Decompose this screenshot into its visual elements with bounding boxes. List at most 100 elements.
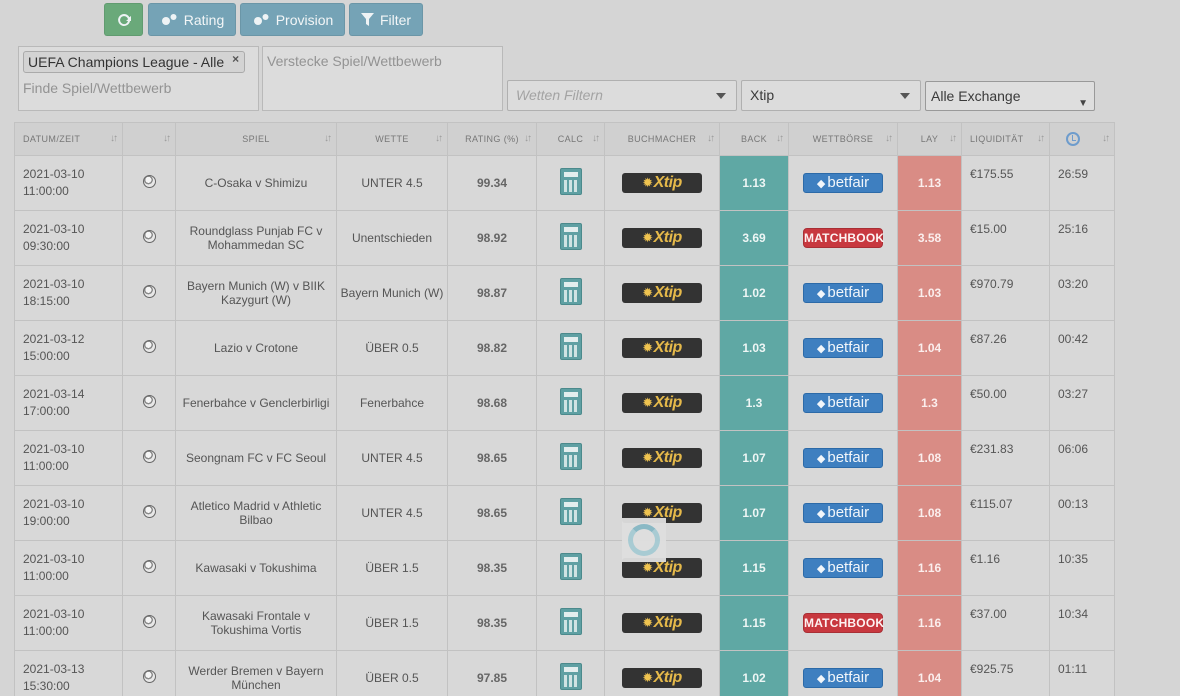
sport-cell [122, 320, 176, 376]
header-bookmaker[interactable]: BUCHMACHER ↓↑ [604, 122, 720, 156]
refresh-button[interactable] [104, 3, 143, 36]
table-row[interactable]: 2021-03-10 11:00:00 Seongnam FC v FC Seoul… [14, 430, 1115, 486]
header-calc[interactable]: CALC ↓↑ [536, 122, 605, 156]
xtip-logo[interactable]: ✹Xtip [622, 668, 702, 688]
table-row[interactable]: 2021-03-10 11:00:00 C-Osaka v Shimizu UNTER… [14, 155, 1115, 211]
betfair-logo[interactable]: ◆ betfair [803, 338, 883, 358]
table-row[interactable]: 2021-03-10 18:15:00 Bayern Munich (W) v BI… [14, 265, 1115, 321]
matchbook-logo[interactable]: MATCHBOOK [803, 613, 884, 633]
table-row[interactable]: 2021-03-14 17:00:00 Fenerbahce v Genclerbi… [14, 375, 1115, 431]
exchange-cell: ◆ betfair [788, 375, 898, 431]
matchbook-logo[interactable]: MATCHBOOK [803, 228, 884, 248]
bet-filter-select[interactable]: Wetten Filtern [507, 80, 737, 111]
table-row[interactable]: 2021-03-10 11:00:00 Kawasaki Frontale v To… [14, 595, 1115, 651]
lay-odds-cell[interactable]: 1.3 [897, 375, 962, 431]
bookmaker-label: Xtip [653, 339, 683, 356]
datetime-cell: 2021-03-10 11:00:00 [14, 155, 123, 211]
remove-tag-icon[interactable]: × [232, 49, 239, 69]
header-back[interactable]: BACK ↓↑ [719, 122, 789, 156]
table-row[interactable]: 2021-03-12 15:00:00 Lazio v Crotone ÜBER 0.… [14, 320, 1115, 376]
back-odds-cell[interactable]: 1.07 [719, 430, 789, 486]
exchange-cell: ◆ betfair [788, 155, 898, 211]
bet-cell: UNTER 4.5 [336, 485, 448, 541]
calculator-icon[interactable] [559, 168, 582, 195]
back-odds-cell[interactable]: 1.02 [719, 650, 789, 696]
back-odds-cell[interactable]: 1.02 [719, 265, 789, 321]
xtip-logo[interactable]: ✹Xtip [622, 613, 702, 633]
rating-cell: 97.85 [447, 650, 537, 696]
bookmaker-select[interactable]: Xtip [741, 80, 921, 111]
hide-game-box[interactable]: Verstecke Spiel/Wettbewerb [262, 46, 503, 111]
lay-odds-cell[interactable]: 3.58 [897, 210, 962, 266]
back-odds-cell[interactable]: 1.13 [719, 155, 789, 211]
lay-odds-cell[interactable]: 1.16 [897, 595, 962, 651]
betfair-logo[interactable]: ◆ betfair [803, 393, 883, 413]
lay-odds-cell[interactable]: 1.04 [897, 320, 962, 376]
time-text: 09:30:00 [23, 239, 70, 253]
back-odds-cell[interactable]: 1.15 [719, 540, 789, 596]
calculator-icon[interactable] [559, 278, 582, 305]
header-sport[interactable]: ↓↑ [122, 122, 176, 156]
date-text: 2021-03-10 [23, 442, 85, 456]
lay-odds-cell[interactable]: 1.04 [897, 650, 962, 696]
betfair-logo[interactable]: ◆ betfair [803, 668, 883, 688]
header-game[interactable]: SPIEL ↓↑ [175, 122, 337, 156]
betfair-logo[interactable]: ◆ betfair [803, 503, 883, 523]
exchange-select[interactable]: Alle Exchange ▼ [925, 81, 1095, 111]
back-odds-cell[interactable]: 1.07 [719, 485, 789, 541]
calculator-icon[interactable] [559, 333, 582, 360]
calculator-icon[interactable] [559, 498, 582, 525]
xtip-logo[interactable]: ✹Xtip [622, 393, 702, 413]
header-datetime[interactable]: DATUM/ZEIT ↓↑ [14, 122, 123, 156]
xtip-logo[interactable]: ✹Xtip [622, 283, 702, 303]
lay-odds-cell[interactable]: 1.03 [897, 265, 962, 321]
back-odds-cell[interactable]: 1.15 [719, 595, 789, 651]
filter-button[interactable]: Filter [349, 3, 423, 36]
calculator-icon[interactable] [559, 553, 582, 580]
competition-search-input[interactable]: Finde Spiel/Wettbewerb [23, 80, 171, 96]
rating-button[interactable]: Rating [148, 3, 236, 36]
lay-odds-cell[interactable]: 1.08 [897, 485, 962, 541]
calculator-icon[interactable] [559, 443, 582, 470]
xtip-logo[interactable]: ✹Xtip [622, 448, 702, 468]
soccer-ball-icon [142, 175, 156, 188]
hide-game-input[interactable]: Verstecke Spiel/Wettbewerb [267, 53, 442, 69]
calculator-icon[interactable] [559, 663, 582, 690]
filter-button-label: Filter [379, 11, 412, 28]
sport-cell [122, 375, 176, 431]
competition-tag[interactable]: UEFA Champions League - Alle × [23, 49, 246, 73]
calculator-icon[interactable] [559, 388, 582, 415]
table-row[interactable]: 2021-03-10 09:30:00 Roundglass Punjab FC v… [14, 210, 1115, 266]
betfair-logo[interactable]: ◆ betfair [803, 283, 883, 303]
lay-odds-cell[interactable]: 1.08 [897, 430, 962, 486]
header-label: LIQUIDITÄT [970, 134, 1024, 144]
xtip-logo[interactable]: ✹Xtip [622, 228, 702, 248]
betfair-logo[interactable]: ◆ betfair [803, 558, 883, 578]
calculator-icon[interactable] [559, 223, 582, 250]
header-exchange[interactable]: WETTBÖRSE ↓↑ [788, 122, 898, 156]
back-odds-cell[interactable]: 3.69 [719, 210, 789, 266]
back-odds-cell[interactable]: 1.03 [719, 320, 789, 376]
countdown-cell: 10:34 [1049, 595, 1115, 651]
betfair-logo[interactable]: ◆ betfair [803, 173, 883, 193]
sport-cell [122, 210, 176, 266]
back-odds-cell[interactable]: 1.3 [719, 375, 789, 431]
betfair-logo[interactable]: ◆ betfair [803, 448, 883, 468]
header-lay[interactable]: LAY ↓↑ [897, 122, 962, 156]
provision-button[interactable]: Provision [240, 3, 345, 36]
bookmaker-select-value: Xtip [750, 87, 775, 103]
calculator-icon[interactable] [559, 608, 582, 635]
header-rating[interactable]: RATING (%) ↓↑ [447, 122, 537, 156]
header-countdown[interactable]: ↓↑ [1049, 122, 1115, 156]
lay-odds-cell[interactable]: 1.16 [897, 540, 962, 596]
xtip-logo[interactable]: ✹Xtip [622, 173, 702, 193]
lay-odds-cell[interactable]: 1.13 [897, 155, 962, 211]
table-row[interactable]: 2021-03-10 11:00:00 Kawasaki v Tokushima ÜB… [14, 540, 1115, 596]
calc-cell [536, 430, 605, 486]
competition-search-box[interactable]: UEFA Champions League - Alle × Finde Spi… [18, 46, 259, 111]
table-row[interactable]: 2021-03-13 15:30:00 Werder Bremen v Bayern… [14, 650, 1115, 696]
xtip-logo[interactable]: ✹Xtip [622, 338, 702, 358]
table-row[interactable]: 2021-03-10 19:00:00 Atletico Madrid v Athl… [14, 485, 1115, 541]
header-liquidity[interactable]: LIQUIDITÄT ↓↑ [961, 122, 1050, 156]
header-bet[interactable]: WETTE ↓↑ [336, 122, 448, 156]
